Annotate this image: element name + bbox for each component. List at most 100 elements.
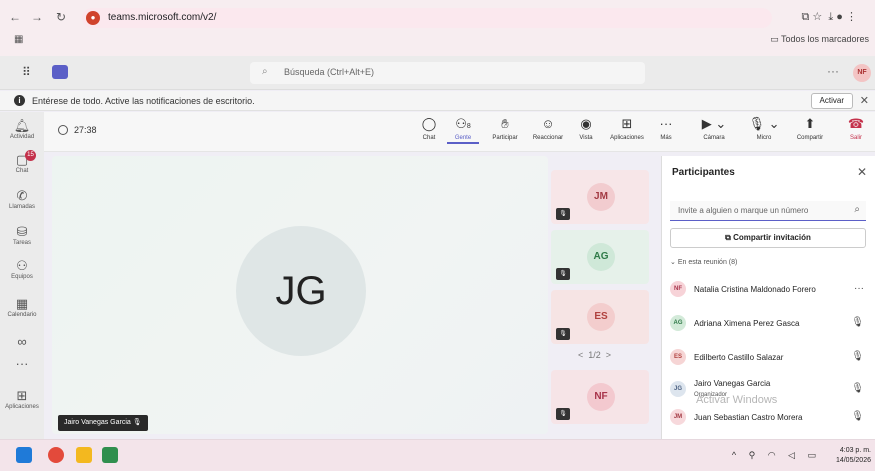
speaker-avatar: JG	[236, 226, 366, 356]
tile-avatar: ES	[587, 303, 615, 331]
share-button[interactable]: ⬆︎ Compartir	[792, 116, 828, 141]
search-input[interactable]: ⌕ Búsqueda (Ctrl+Alt+E)	[250, 62, 645, 84]
participant-name: Jairo Vanegas Garcia	[694, 379, 771, 388]
apps-button[interactable]: ⊞ Aplicaciones	[604, 116, 650, 141]
rail-item-teams[interactable]: ⚇ Equipos	[0, 258, 44, 280]
chat-button[interactable]: ◯ Chat	[417, 116, 441, 141]
rail-item-calendar[interactable]: ▦ Calendario	[0, 296, 44, 318]
timer-text: 27:38	[74, 125, 97, 135]
mic-off-icon: 🎙︎ ⌄	[748, 116, 780, 131]
address-bar[interactable]: ● teams.microsoft.com/v2/	[82, 8, 772, 28]
participant-row[interactable]: JM Juan Sebastian Castro Morera 🎙︎	[670, 404, 870, 430]
people-button[interactable]: ⚇8 Gente	[447, 116, 479, 144]
settings-more-icon[interactable]: ···	[827, 64, 839, 78]
participant-tile-nf[interactable]: NF 🎙︎	[551, 370, 649, 424]
tile-avatar: NF	[587, 383, 615, 411]
share-label: Compartir	[796, 135, 824, 141]
mic-off-icon: 🎙︎	[556, 328, 570, 340]
mic-button[interactable]: 🎙︎ ⌄ Micro	[746, 116, 782, 141]
windows-start-icon[interactable]	[16, 447, 32, 463]
bell-icon: 🔔︎	[13, 118, 31, 133]
file-explorer-icon[interactable]	[76, 447, 92, 463]
rail-item-chat[interactable]: ▢ 15 Chat	[0, 150, 44, 174]
pager-text: 1/2	[588, 350, 601, 360]
more-icon: ···	[15, 356, 29, 371]
mic-off-icon: 🎙︎	[556, 268, 570, 280]
share-invite-label: Compartir invitación	[733, 233, 811, 242]
apps-grid-icon[interactable]: ▦	[14, 34, 23, 45]
chrome-icon[interactable]	[48, 447, 64, 463]
view-label: Vista	[579, 135, 593, 141]
system-tray[interactable]: ^ ⚲ ◠ ◁ ▭	[732, 450, 821, 461]
invite-input[interactable]: Invite a alguien o marque un número ⌕	[670, 201, 866, 221]
rail-item-label: Aplicaciones	[5, 404, 39, 410]
bookmarks-folder-label: Todos los marcadores	[780, 34, 869, 44]
participant-tile-ag[interactable]: AG 🎙︎	[551, 230, 649, 284]
section-header[interactable]: ⌄ En esta reunión (8)	[670, 258, 737, 266]
chat-badge: 15	[25, 150, 36, 161]
rail-item-label: Tareas	[12, 240, 31, 246]
main-video-stage[interactable]: JG Jairo Vanegas Garcia 🎙︎	[52, 156, 548, 434]
activate-notifications-button[interactable]: Activar	[810, 93, 853, 109]
mic-off-icon: 🎙︎	[851, 317, 864, 328]
browser-actions[interactable]: ⧉ ☆ ⤓ ● ⋮	[801, 10, 857, 24]
rail-item-calls[interactable]: ✆ Llamadas	[0, 188, 44, 210]
chat-label: Chat	[422, 135, 436, 141]
app-icon[interactable]	[102, 447, 118, 463]
bookmarks-folder[interactable]: ▭ Todos los marcadores	[770, 34, 869, 45]
search-placeholder: Búsqueda (Ctrl+Alt+E)	[284, 67, 375, 77]
back-icon[interactable]: ←	[8, 10, 22, 24]
raise-label: Participar	[492, 135, 518, 141]
search-icon: ⌕	[854, 204, 860, 215]
tile-pager[interactable]: < 1/2 >	[578, 350, 611, 360]
more-label: Más	[660, 135, 672, 141]
section-label: En esta reunión (8)	[677, 259, 738, 266]
bookmarks-bar: ▦ ▭ Todos los marcadores	[0, 30, 875, 52]
apps-label: Aplicaciones	[610, 135, 644, 141]
leave-label: Salir	[849, 135, 862, 141]
waffle-icon[interactable]: ⠿	[22, 65, 31, 79]
rail-item-loop[interactable]: ∞	[0, 334, 44, 349]
mic-label: Micro	[756, 135, 772, 141]
participant-row[interactable]: NF Natalia Cristina Maldonado Forero ···	[670, 276, 870, 302]
close-icon[interactable]: ✕	[860, 94, 869, 107]
rail-item-label: Actividad	[9, 134, 35, 140]
participant-tile-jm[interactable]: JM 🎙︎	[551, 170, 649, 224]
participant-row[interactable]: AG Adriana Ximena Perez Gasca 🎙︎	[670, 310, 870, 336]
user-avatar[interactable]: NF	[853, 64, 871, 82]
share-invite-button[interactable]: ⧉ Compartir invitación	[670, 228, 866, 248]
participant-row[interactable]: ES Edilberto Castillo Salazar 🎙︎	[670, 344, 870, 370]
close-icon[interactable]: ✕	[857, 165, 867, 179]
avatar: AG	[670, 315, 686, 331]
people-icon: ⚇8	[455, 116, 471, 131]
more-button[interactable]: ··· Más	[656, 116, 676, 141]
chat-icon: ▢	[15, 152, 29, 167]
reload-icon[interactable]: ↻	[54, 10, 68, 24]
leave-button[interactable]: ☎︎ Salir	[844, 116, 868, 141]
search-icon: ⌕	[262, 66, 268, 77]
rail-item-more[interactable]: ···	[0, 356, 44, 371]
rail-item-apps[interactable]: ⊞ Aplicaciones	[0, 388, 44, 410]
react-button[interactable]: ☺ Reaccionar	[528, 116, 568, 141]
url-text: teams.microsoft.com/v2/	[108, 12, 217, 23]
view-button[interactable]: ◉ Vista	[574, 116, 598, 141]
participant-tile-es[interactable]: ES 🎙︎	[551, 290, 649, 344]
raise-hand-button[interactable]: ✋︎ Participar	[485, 116, 525, 141]
meeting-toolbar: 27:38 ◯ Chat ⚇8 Gente ✋︎ Participar ☺ Re…	[44, 112, 875, 152]
rail-item-activity[interactable]: 🔔︎ Actividad	[0, 118, 44, 140]
more-icon[interactable]: ···	[854, 283, 864, 294]
clock-date: 14/05/2026	[835, 457, 871, 464]
rail-item-tasks[interactable]: ⛁ Tareas	[0, 224, 44, 246]
clock[interactable]: 4:03 p. m. 14/05/2026	[836, 446, 871, 466]
rail-item-label: Equipos	[11, 274, 33, 280]
browser-nav-row: ← → ↻ ● teams.microsoft.com/v2/ ⧉ ☆ ⤓ ● …	[0, 8, 875, 28]
camera-off-icon: ▶︎ ⌄	[701, 116, 727, 131]
more-icon: ···	[659, 116, 673, 131]
share-screen-icon: ⬆︎	[804, 116, 816, 131]
mic-off-icon: 🎙︎	[851, 383, 864, 394]
camera-button[interactable]: ▶︎ ⌄ Cámara	[696, 116, 732, 141]
site-favicon-icon: ●	[86, 11, 100, 25]
teams-header: ⠿ ⌕ Búsqueda (Ctrl+Alt+E) ··· NF	[0, 56, 875, 90]
forward-icon[interactable]: →	[30, 10, 44, 24]
loop-icon: ∞	[17, 334, 27, 349]
